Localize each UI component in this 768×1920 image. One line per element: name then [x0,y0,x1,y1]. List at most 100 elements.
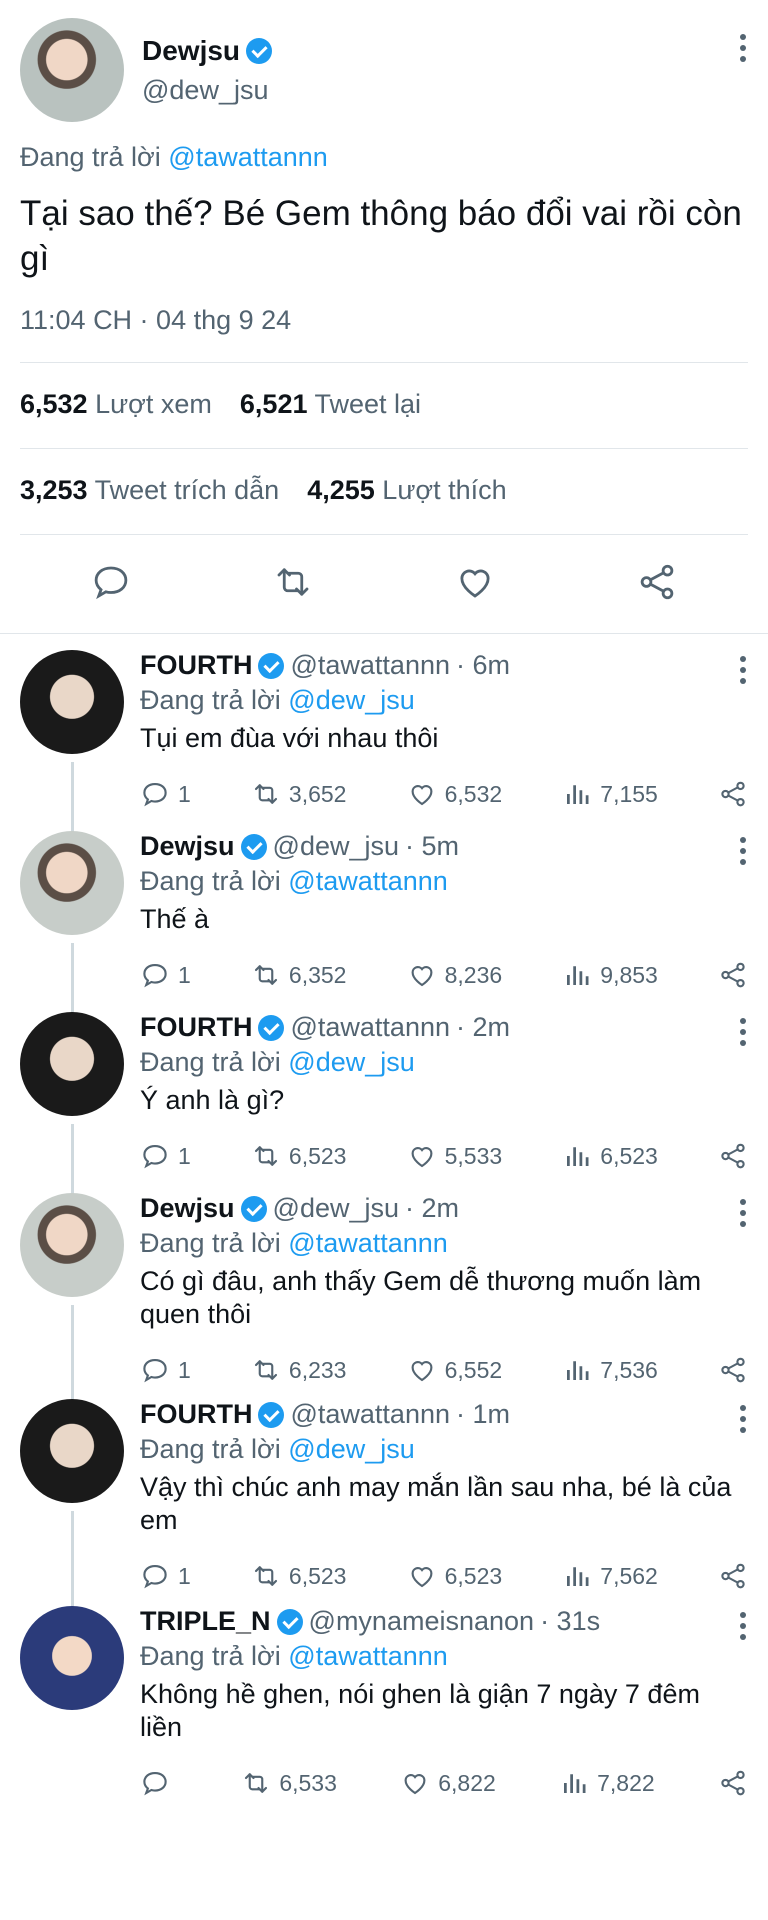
more-options-icon[interactable] [740,656,746,684]
author-handle[interactable]: @dew_jsu [142,75,272,106]
share-icon[interactable] [636,561,678,603]
author-name[interactable]: FOURTH [140,1012,252,1043]
views-count: 7,822 [597,1769,655,1796]
retweets-stat[interactable]: 6,521 Tweet lại [240,389,421,420]
views-action[interactable]: 7,822 [559,1768,655,1798]
author-name[interactable]: TRIPLE_N [140,1606,271,1637]
reply-time[interactable]: · 1m [456,1399,510,1430]
author-handle[interactable]: @tawattannn [290,1012,450,1043]
share-icon [721,1143,745,1169]
author-handle[interactable]: @mynameisnanon [309,1606,535,1637]
author-handle[interactable]: @dew_jsu [273,831,399,862]
retweet-action[interactable]: 6,523 [251,1561,346,1591]
views-icon [567,1361,589,1380]
author-handle[interactable]: @tawattannn [290,650,450,681]
more-options-icon[interactable] [740,1018,746,1046]
views-action[interactable]: 7,562 [562,1561,658,1591]
retweet-action[interactable]: 6,533 [241,1768,337,1798]
quotes-stat[interactable]: 3,253 Tweet trích dẫn [20,475,279,506]
retweet-icon[interactable] [272,561,314,603]
reply-icon [143,782,167,807]
reply-time[interactable]: · 5m [405,831,459,862]
more-options-icon[interactable] [740,34,746,62]
author-name[interactable]: FOURTH [140,1399,252,1430]
stats-row-1: 6,532 Lượt xem 6,521 Tweet lại [20,362,748,448]
avatar[interactable] [20,18,124,122]
avatar[interactable] [20,650,124,754]
share-action[interactable] [718,1768,748,1798]
reply-to-link[interactable]: @dew_jsu [288,685,414,715]
reply-tweet[interactable]: FOURTH @tawattannn · 1m Đang trả lời @de… [0,1383,768,1608]
like-action[interactable]: 6,523 [407,1561,502,1591]
like-action[interactable]: 8,236 [407,960,502,990]
avatar[interactable] [20,831,124,935]
reply-time[interactable]: · 2m [405,1193,459,1224]
like-action[interactable]: 6,552 [407,1355,502,1385]
views-action[interactable]: 7,155 [562,779,658,809]
reply-action[interactable]: 1 [140,1561,191,1591]
avatar[interactable] [20,1193,124,1297]
reply-tweet[interactable]: FOURTH @tawattannn · 6m Đang trả lời @de… [0,634,768,833]
share-icon [721,962,745,988]
more-options-icon[interactable] [740,837,746,865]
heart-icon[interactable] [454,561,496,603]
retweet-icon [254,1360,277,1380]
share-action[interactable] [718,1561,748,1591]
reply-to-link[interactable]: @dew_jsu [288,1047,414,1077]
reply-action[interactable]: 1 [140,779,191,809]
reply-time[interactable]: · 6m [456,650,510,681]
reply-to-link[interactable]: @tawattannn [168,142,328,172]
share-action[interactable] [718,1141,748,1171]
views-stat[interactable]: 6,532 Lượt xem [20,389,212,420]
author-name[interactable]: FOURTH [140,650,252,681]
author-name[interactable]: Dewjsu [140,1193,235,1224]
reply-context: Đang trả lời @dew_jsu [140,685,748,716]
views-icon [567,1567,589,1586]
reply-to-link[interactable]: @tawattannn [288,1228,448,1258]
retweets-label: Tweet lại [314,389,422,419]
reply-time[interactable]: · 31s [540,1606,600,1637]
reply-to-link[interactable]: @tawattannn [288,866,448,896]
reply-count: 1 [178,780,191,807]
reply-action[interactable]: 1 [140,1355,191,1385]
like-action[interactable]: 6,822 [400,1768,496,1798]
share-action[interactable] [718,960,748,990]
author-name[interactable]: Dewjsu [142,35,240,67]
more-options-icon[interactable] [740,1199,746,1227]
avatar[interactable] [20,1606,124,1710]
reply-tweet[interactable]: Dewjsu @dew_jsu · 5m Đang trả lời @tawat… [0,815,768,1014]
reply-tweet[interactable]: TRIPLE_N @mynameisnanon · 31s Đang trả l… [0,1590,768,1796]
views-action[interactable]: 9,853 [562,960,658,990]
reply-tweet[interactable]: FOURTH @tawattannn · 2m Đang trả lời @de… [0,996,768,1195]
retweet-action[interactable]: 6,233 [251,1355,347,1385]
like-action[interactable]: 5,533 [407,1141,502,1171]
like-action[interactable]: 6,532 [407,779,502,809]
author-handle[interactable]: @dew_jsu [273,1193,399,1224]
share-action[interactable] [718,1355,748,1385]
retweet-action[interactable]: 6,523 [251,1141,346,1171]
reply-to-link[interactable]: @tawattannn [288,1641,448,1671]
reply-action[interactable]: 1 [140,1141,191,1171]
reply-time[interactable]: · 2m [456,1012,510,1043]
views-action[interactable]: 7,536 [562,1355,658,1385]
reply-icon [143,1358,167,1383]
reply-action[interactable]: 1 [140,960,191,990]
more-options-icon[interactable] [740,1612,746,1640]
reply-icon[interactable] [90,561,132,603]
reply-tweet[interactable]: Dewjsu @dew_jsu · 2m Đang trả lời @tawat… [0,1177,768,1401]
reply-action[interactable] [140,1768,178,1798]
avatar[interactable] [20,1399,124,1503]
more-options-icon[interactable] [740,1405,746,1433]
retweet-action[interactable]: 3,652 [251,779,346,809]
retweet-count: 6,233 [288,1356,347,1383]
avatar[interactable] [20,1012,124,1116]
views-action[interactable]: 6,523 [562,1141,658,1171]
tweet-timestamp[interactable]: 11:04 CH · 04 thg 9 24 [20,305,748,362]
likes-stat[interactable]: 4,255 Lượt thích [307,475,506,506]
share-action[interactable] [718,779,748,809]
author-handle[interactable]: @tawattannn [290,1399,450,1430]
retweet-action[interactable]: 6,352 [251,960,346,990]
share-icon [721,1357,745,1383]
reply-to-link[interactable]: @dew_jsu [288,1434,414,1464]
author-name[interactable]: Dewjsu [140,831,235,862]
